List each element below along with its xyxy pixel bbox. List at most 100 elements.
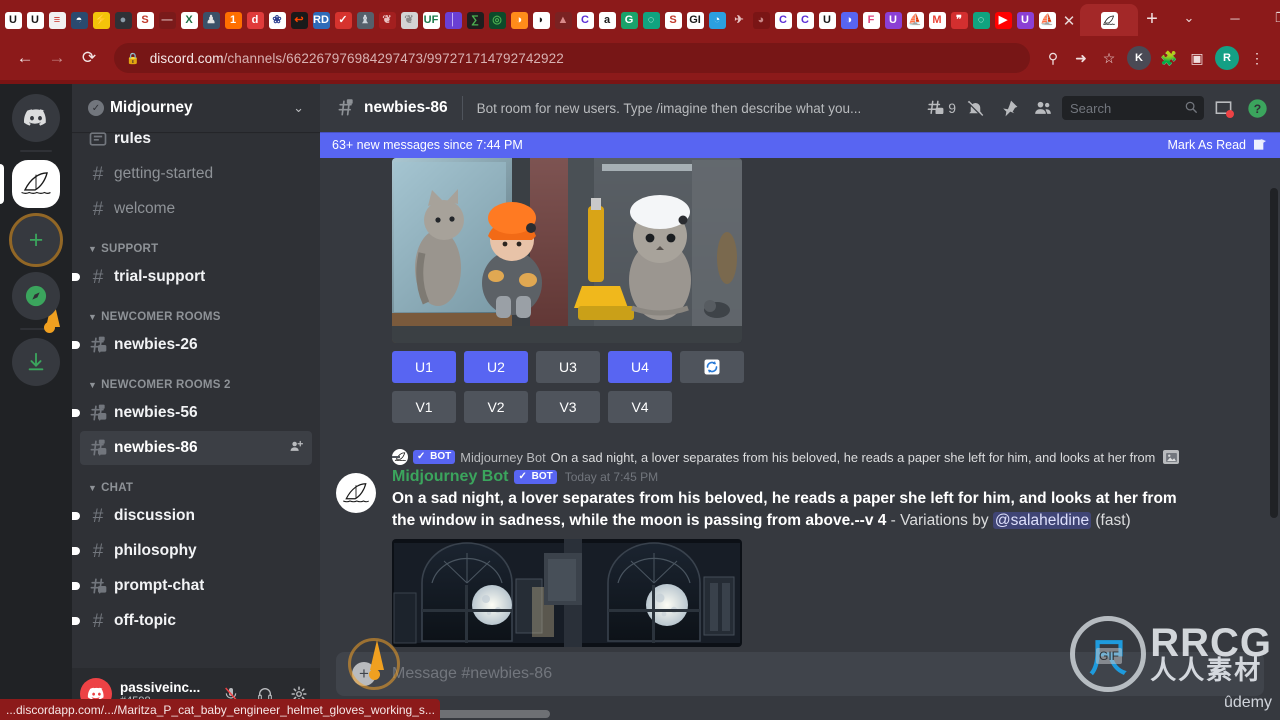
- browser-tab-21[interactable]: ∑: [464, 7, 486, 33]
- mark-as-read-button[interactable]: Mark As Read: [1167, 138, 1268, 152]
- browser-tab-24[interactable]: ◗: [530, 7, 552, 33]
- minimize-button[interactable]: ─: [1212, 2, 1258, 34]
- variation-v3[interactable]: V3: [536, 391, 600, 423]
- sidebar-channel-trial-support[interactable]: # trial-support: [72, 260, 312, 294]
- browser-tab-47[interactable]: ⛵: [1036, 7, 1058, 33]
- sidebar-channel-getting-started[interactable]: # getting-started: [80, 157, 312, 191]
- browser-tab-26[interactable]: C: [574, 7, 596, 33]
- browser-tab-2[interactable]: ≡: [46, 7, 68, 33]
- bell-muted-icon[interactable]: [960, 93, 990, 123]
- address-bar[interactable]: 🔒 discord.com/channels/66226797698429747…: [114, 43, 1030, 73]
- explore-servers-button[interactable]: [12, 272, 60, 320]
- new-tab-button[interactable]: +: [1138, 5, 1166, 33]
- browser-tab-30[interactable]: S: [662, 7, 684, 33]
- browser-tab-8[interactable]: X: [178, 7, 200, 33]
- message-composer[interactable]: + Message #newbies-86: [336, 652, 1264, 696]
- search-input[interactable]: Search: [1062, 96, 1204, 120]
- members-icon[interactable]: [1028, 93, 1058, 123]
- upscale-u1[interactable]: U1: [392, 351, 456, 383]
- message-author[interactable]: Midjourney Bot: [392, 468, 508, 486]
- channel-topic[interactable]: Bot room for new users. Type /imagine th…: [477, 101, 862, 116]
- browser-tab-23[interactable]: ◑: [508, 7, 530, 33]
- active-browser-tab[interactable]: [1080, 4, 1138, 36]
- attachment-image-cats[interactable]: [392, 158, 742, 343]
- channel-category-newcomer-rooms[interactable]: ▼ NEWCOMER ROOMS: [72, 295, 320, 327]
- tab-list-button[interactable]: ⌄: [1166, 2, 1212, 34]
- sidebar-channel-newbies-56[interactable]: newbies-56: [72, 396, 312, 430]
- pin-icon[interactable]: [994, 93, 1024, 123]
- browser-tab-32[interactable]: ◔: [706, 7, 728, 33]
- bookmark-star-icon[interactable]: ☆: [1096, 45, 1122, 71]
- browser-tab-9[interactable]: ♟: [200, 7, 222, 33]
- variation-v4[interactable]: V4: [608, 391, 672, 423]
- browser-tab-16[interactable]: ♝: [354, 7, 376, 33]
- browser-tab-36[interactable]: C: [794, 7, 816, 33]
- browser-tab-4[interactable]: ⚡: [90, 7, 112, 33]
- browser-tab-45[interactable]: ▶: [992, 7, 1014, 33]
- sidebar-channel-newbies-26[interactable]: newbies-26: [72, 328, 312, 362]
- browser-tab-44[interactable]: ◌: [970, 7, 992, 33]
- channel-list[interactable]: rules # getting-started # welcome ▼ SUPPORT # tr…: [72, 132, 320, 668]
- browser-tab-11[interactable]: d: [244, 7, 266, 33]
- message-list[interactable]: U1 U2 U3 U4 V1 V2 V3 V4 ✓ BOT Midjourney Bot O…: [320, 158, 1280, 652]
- add-attachment-icon[interactable]: +: [352, 662, 376, 686]
- reply-context[interactable]: ✓ BOT Midjourney Bot On a sad night, a l…: [392, 447, 1232, 467]
- browser-tab-37[interactable]: U: [816, 7, 838, 33]
- browser-tab-35[interactable]: C: [772, 7, 794, 33]
- browser-tab-22[interactable]: ◎: [486, 7, 508, 33]
- browser-tab-41[interactable]: ⛵: [904, 7, 926, 33]
- sidebar-channel-welcome[interactable]: # welcome: [80, 192, 312, 226]
- profile-avatar[interactable]: R: [1215, 46, 1239, 70]
- browser-tab-20[interactable]: │: [442, 7, 464, 33]
- browser-tab-42[interactable]: M: [926, 7, 948, 33]
- add-member-icon[interactable]: [289, 439, 304, 457]
- browser-tab-27[interactable]: a: [596, 7, 618, 33]
- chat-scrollbar[interactable]: [1270, 188, 1278, 518]
- browser-tab-3[interactable]: ◓: [68, 7, 90, 33]
- browser-tab-13[interactable]: ↩: [288, 7, 310, 33]
- browser-tab-34[interactable]: ◕: [750, 7, 772, 33]
- browser-tab-28[interactable]: G: [618, 7, 640, 33]
- browser-tab-31[interactable]: GI: [684, 7, 706, 33]
- sidebar-channel-prompt-chat[interactable]: prompt-chat: [72, 569, 312, 603]
- sidebar-channel-discussion[interactable]: # discussion: [72, 499, 312, 533]
- browser-tab-43[interactable]: ❞: [948, 7, 970, 33]
- browser-tab-40[interactable]: U: [882, 7, 904, 33]
- side-panel-icon[interactable]: ▣: [1184, 45, 1210, 71]
- browser-tab-1[interactable]: U: [24, 7, 46, 33]
- inbox-icon[interactable]: [1208, 93, 1238, 123]
- forward-button[interactable]: →: [42, 43, 72, 73]
- new-messages-banner[interactable]: 63+ new messages since 7:44 PM Mark As R…: [320, 132, 1280, 158]
- browser-tab-29[interactable]: ◌: [640, 7, 662, 33]
- browser-tab-25[interactable]: ▲: [552, 7, 574, 33]
- help-icon[interactable]: ?: [1242, 93, 1272, 123]
- browser-tab-14[interactable]: RD: [310, 7, 332, 33]
- browser-tab-33[interactable]: ✈: [728, 7, 750, 33]
- password-key-icon[interactable]: ⚲: [1040, 45, 1066, 71]
- upscale-u2[interactable]: U2: [464, 351, 528, 383]
- browser-tab-7[interactable]: ―: [156, 7, 178, 33]
- guild-header[interactable]: ✓ Midjourney ⌄: [72, 84, 320, 132]
- download-apps-button[interactable]: [12, 338, 60, 386]
- variation-v2[interactable]: V2: [464, 391, 528, 423]
- browser-tab-39[interactable]: F: [860, 7, 882, 33]
- browser-tab-46[interactable]: U: [1014, 7, 1036, 33]
- user-mention[interactable]: @salaheldine: [992, 511, 1092, 529]
- upscale-u4[interactable]: U4: [608, 351, 672, 383]
- browser-tab-38[interactable]: ◑: [838, 7, 860, 33]
- variation-v1[interactable]: V1: [392, 391, 456, 423]
- reply-preview-text[interactable]: On a sad night, a lover separates from h…: [551, 450, 1156, 465]
- back-button[interactable]: ←: [10, 43, 40, 73]
- browser-tab-0[interactable]: U: [2, 7, 24, 33]
- sidebar-channel-off-topic[interactable]: # off-topic: [72, 604, 312, 638]
- browser-tab-5[interactable]: ●: [112, 7, 134, 33]
- guild-direct-messages[interactable]: [12, 94, 60, 142]
- browser-tab-17[interactable]: ❦: [376, 7, 398, 33]
- threads-button[interactable]: 9: [926, 99, 956, 118]
- maximize-button[interactable]: ❐: [1258, 2, 1280, 34]
- browser-tab-19[interactable]: UF: [420, 7, 442, 33]
- channel-category-chat[interactable]: ▼ CHAT: [72, 466, 320, 498]
- attachment-image-moon[interactable]: [392, 539, 742, 648]
- sidebar-channel-newbies-86[interactable]: newbies-86: [80, 431, 312, 465]
- channel-category-newcomer-rooms-2[interactable]: ▼ NEWCOMER ROOMS 2: [72, 363, 320, 395]
